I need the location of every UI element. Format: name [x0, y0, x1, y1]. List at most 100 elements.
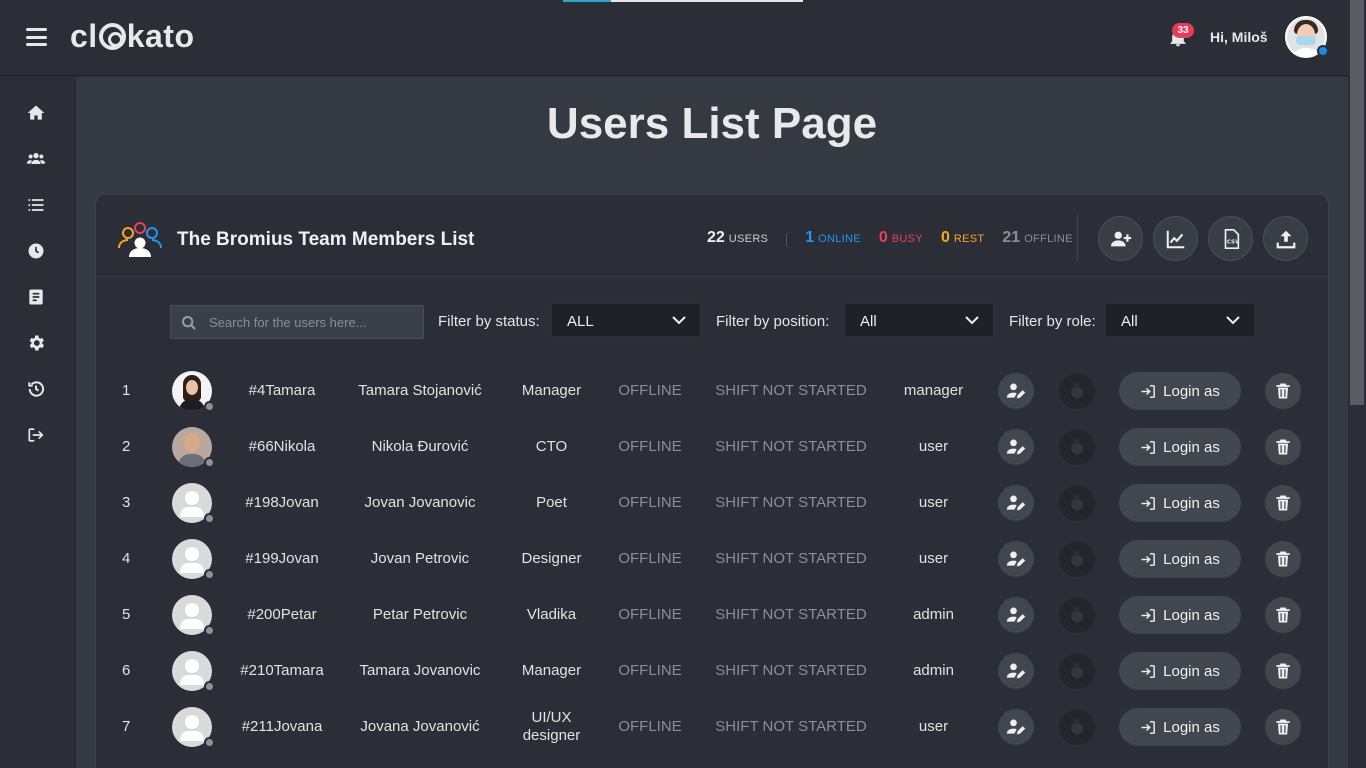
- report-icon[interactable]: [26, 287, 46, 307]
- clock-icon[interactable]: [26, 241, 46, 261]
- edit-user-button[interactable]: [998, 709, 1034, 745]
- row-status: OFFLINE: [618, 662, 682, 679]
- row-index: 7: [122, 718, 131, 735]
- status-filter-select[interactable]: ALL: [551, 303, 701, 337]
- login-as-label: Login as: [1163, 494, 1220, 512]
- delete-user-button[interactable]: [1265, 429, 1301, 465]
- row-username: #4Tamara: [248, 382, 316, 399]
- chevron-down-icon: [672, 316, 686, 325]
- trash-icon: [1276, 663, 1290, 679]
- delete-user-button[interactable]: [1265, 485, 1301, 521]
- rest-label: REST: [953, 233, 985, 245]
- history-icon[interactable]: [26, 379, 46, 399]
- team-members-card: The Bromius Team Members List 22 USERS 1…: [95, 194, 1329, 768]
- stopwatch-icon: [1071, 719, 1083, 735]
- trash-icon: [1276, 439, 1290, 455]
- timer-button[interactable]: [1059, 485, 1095, 521]
- default-avatar-icon[interactable]: [172, 483, 215, 524]
- timer-button[interactable]: [1059, 541, 1095, 577]
- user-greeting[interactable]: Hi, Miloš: [1210, 29, 1268, 45]
- row-full-name: Nikola Đurović: [371, 438, 469, 455]
- search-box[interactable]: [170, 305, 424, 339]
- sidebar: [0, 77, 75, 768]
- gear-icon[interactable]: [26, 333, 46, 353]
- login-as-button[interactable]: Login as: [1119, 596, 1241, 634]
- upload-icon: [1276, 230, 1296, 249]
- row-status: OFFLINE: [618, 438, 682, 455]
- timer-button[interactable]: [1059, 653, 1095, 689]
- row-index: 6: [122, 662, 131, 679]
- timer-button[interactable]: [1059, 597, 1095, 633]
- edit-user-button[interactable]: [998, 429, 1034, 465]
- row-role: manager: [903, 382, 964, 399]
- search-input[interactable]: [209, 306, 419, 338]
- row-username: #198Jovan: [245, 494, 319, 511]
- app-logo[interactable]: cl kato: [70, 18, 194, 55]
- upload-button[interactable]: [1263, 216, 1308, 261]
- row-role: user: [918, 718, 949, 735]
- default-avatar-icon[interactable]: [172, 539, 215, 580]
- timer-button[interactable]: [1059, 429, 1095, 465]
- login-as-button[interactable]: Login as: [1119, 484, 1241, 522]
- page-scrollbar[interactable]: [1348, 0, 1366, 768]
- row-position: CTO: [535, 438, 568, 455]
- online-label: ONLINE: [818, 233, 861, 245]
- export-csv-button[interactable]: CSV: [1208, 216, 1253, 261]
- table-row: 1 #4Tamara Tamara Stojanović Manager OFF…: [96, 363, 1328, 419]
- delete-user-button[interactable]: [1265, 373, 1301, 409]
- edit-user-button[interactable]: [998, 373, 1034, 409]
- online-status-dot: [1317, 45, 1329, 57]
- table-row: 4 #199Jovan Jovan Petrovic Designer OFFL…: [96, 531, 1328, 587]
- default-avatar-icon[interactable]: [172, 651, 215, 692]
- default-avatar-icon[interactable]: [172, 595, 215, 636]
- add-user-button[interactable]: [1098, 216, 1143, 261]
- delete-user-button[interactable]: [1265, 541, 1301, 577]
- logout-icon[interactable]: [26, 425, 46, 445]
- card-header: The Bromius Team Members List 22 USERS 1…: [96, 195, 1328, 277]
- position-filter-select[interactable]: All: [844, 303, 994, 337]
- row-username: #200Petar: [247, 606, 317, 623]
- login-as-button[interactable]: Login as: [1119, 652, 1241, 690]
- users-icon[interactable]: [26, 149, 46, 169]
- page-title: Users List Page: [546, 99, 878, 148]
- statistics-button[interactable]: [1153, 216, 1198, 261]
- row-username: #210Tamara: [240, 662, 324, 679]
- row-full-name: Jovan Petrovic: [370, 550, 470, 567]
- edit-user-button[interactable]: [998, 541, 1034, 577]
- stopwatch-icon: [1071, 495, 1083, 511]
- role-filter-select[interactable]: All: [1105, 303, 1255, 337]
- list-icon[interactable]: [26, 195, 46, 215]
- delete-user-button[interactable]: [1265, 653, 1301, 689]
- offline-status-dot: [204, 457, 215, 468]
- row-position: Manager: [521, 662, 582, 679]
- edit-user-button[interactable]: [998, 653, 1034, 689]
- default-avatar-icon[interactable]: [172, 707, 215, 748]
- row-index: 3: [122, 494, 131, 511]
- edit-user-icon: [1006, 663, 1026, 679]
- delete-user-button[interactable]: [1265, 597, 1301, 633]
- delete-user-button[interactable]: [1265, 709, 1301, 745]
- row-shift: SHIFT NOT STARTED: [715, 718, 867, 735]
- login-as-button[interactable]: Login as: [1119, 428, 1241, 466]
- row-full-name: Jovana Jovanović: [360, 718, 480, 735]
- timer-button[interactable]: [1059, 373, 1095, 409]
- row-full-name: Petar Petrovic: [372, 606, 468, 623]
- edit-user-button[interactable]: [998, 485, 1034, 521]
- header-divider: [1077, 215, 1078, 261]
- menu-toggle-button[interactable]: [26, 28, 47, 46]
- edit-user-icon: [1006, 383, 1026, 399]
- row-shift: SHIFT NOT STARTED: [715, 494, 867, 511]
- team-icon: [118, 222, 162, 257]
- add-user-icon: [1110, 231, 1132, 247]
- table-row: 5 #200Petar Petar Petrovic Vladika OFFLI…: [96, 587, 1328, 643]
- timer-button[interactable]: [1059, 709, 1095, 745]
- login-as-button[interactable]: Login as: [1119, 540, 1241, 578]
- edit-user-button[interactable]: [998, 597, 1034, 633]
- login-as-button[interactable]: Login as: [1119, 372, 1241, 410]
- login-icon: [1141, 664, 1156, 678]
- row-username: #66Nikola: [248, 438, 316, 455]
- login-icon: [1141, 608, 1156, 622]
- home-icon[interactable]: [26, 103, 46, 123]
- row-username: #211Jovana: [241, 718, 323, 735]
- login-as-button[interactable]: Login as: [1119, 708, 1241, 746]
